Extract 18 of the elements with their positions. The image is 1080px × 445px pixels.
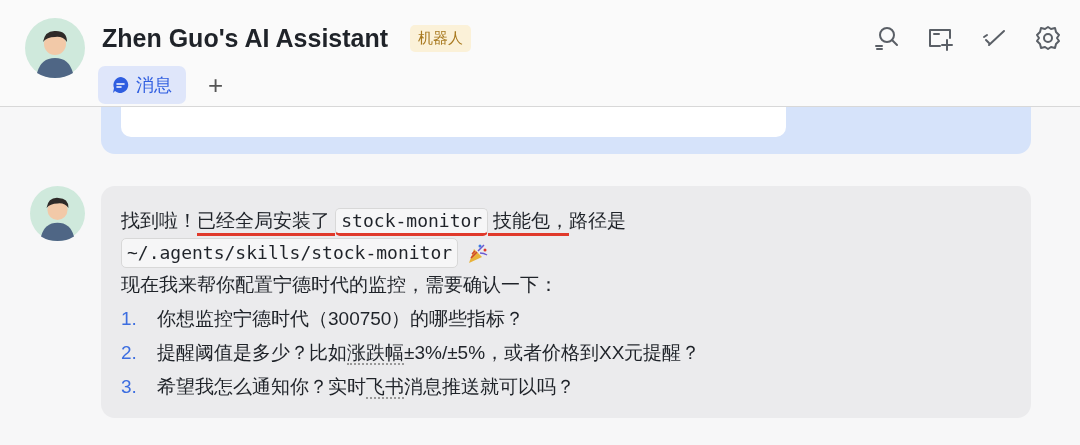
search-icon[interactable] — [872, 24, 900, 52]
messages-tab[interactable]: 消息 — [98, 66, 186, 104]
list-item-text: 提醒阈值是多少？比如涨跌幅±3%/±5%，或者价格到XX元提醒？ — [157, 341, 701, 367]
list-number: 1. — [121, 307, 138, 331]
avatar — [25, 18, 85, 78]
list-item-text: 希望我怎么通知你？实时飞书消息推送就可以吗？ — [157, 375, 575, 401]
chat-bubble-icon — [112, 76, 130, 94]
list-number: 3. — [121, 375, 138, 399]
bot-tag: 机器人 — [410, 24, 472, 52]
list-number: 2. — [121, 341, 138, 365]
list-item-text: 你想监控宁德时代（300750）的哪些指标？ — [157, 307, 525, 331]
avatar — [30, 186, 85, 241]
message-text: 找到啦！已经全局安装了 stock-monitor 技能包，路径是 — [121, 204, 1011, 238]
chat-title: Zhen Guo's AI Assistant — [102, 23, 389, 53]
message-text: 现在我来帮你配置宁德时代的监控，需要确认一下： — [121, 273, 559, 297]
settings-icon[interactable] — [1034, 24, 1062, 52]
add-tab-button[interactable]: + — [204, 69, 228, 101]
code-span: ~/.agents/skills/stock-monitor — [121, 238, 459, 268]
